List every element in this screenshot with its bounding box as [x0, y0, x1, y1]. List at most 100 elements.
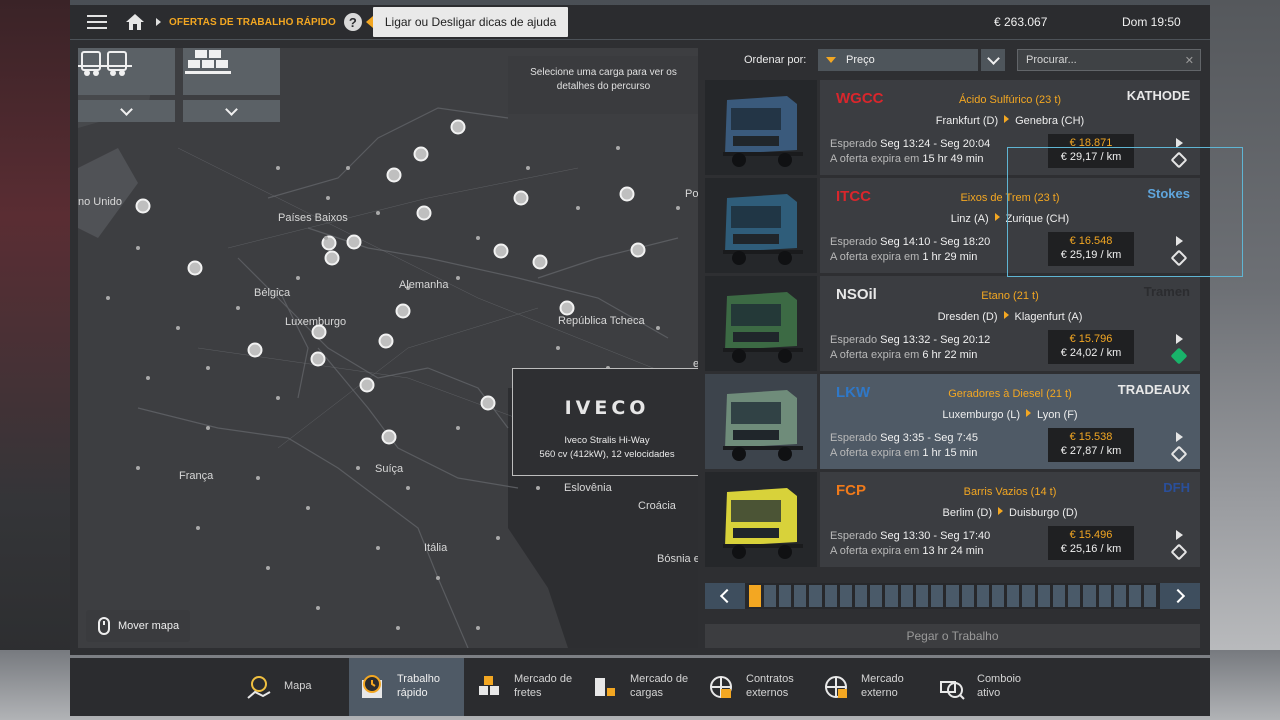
pager-page[interactable]: [1098, 585, 1111, 607]
convoy-icon: [940, 681, 965, 700]
route: Linz (A) Zurique (CH): [820, 213, 1200, 225]
menu-button[interactable]: [80, 5, 114, 39]
truck-filter-dropdown[interactable]: [78, 100, 175, 122]
take-job-button[interactable]: Pegar o Trabalho: [705, 624, 1200, 648]
nav-item[interactable]: Mercado de fretes: [466, 658, 581, 716]
nav-item[interactable]: Mapa: [236, 658, 351, 716]
pager-page[interactable]: [1052, 585, 1066, 607]
pager-page[interactable]: [824, 585, 837, 607]
pager-page[interactable]: [1037, 585, 1050, 607]
job-offer-row[interactable]: FCP Barris Vazios (14 t) DFH Berlim (D) D…: [705, 472, 1200, 567]
clear-search-icon[interactable]: ✕: [1185, 54, 1194, 67]
show-route-icon[interactable]: [1176, 138, 1183, 148]
client-logo: Stokes: [1147, 186, 1190, 201]
pager-page[interactable]: [976, 585, 989, 607]
map-label-france: França: [179, 470, 214, 482]
cargo-filter-dropdown[interactable]: [183, 100, 280, 122]
route-arrow-icon: [1003, 311, 1009, 319]
route-map[interactable]: no Unido Países Baixos Bélgica Alemanha …: [78, 48, 698, 648]
pager-page[interactable]: [1022, 585, 1035, 607]
pager-page[interactable]: [809, 585, 822, 607]
pager-page[interactable]: [915, 585, 929, 607]
container-icon: [1170, 543, 1188, 561]
nav-item-label: Trabalho rápido: [397, 673, 441, 699]
clock-icon: [362, 675, 382, 698]
chevron-down-icon: [225, 102, 238, 116]
pager-page[interactable]: [992, 585, 1005, 607]
external-contracts-icon: [710, 676, 732, 698]
job-offer-row[interactable]: WGCC Ácido Sulfúrico (23 t) KATHODE Fran…: [705, 80, 1200, 175]
job-price: € 16.548: [1069, 235, 1113, 247]
sort-select[interactable]: Preço: [818, 49, 978, 71]
map-label-croatia: Croácia: [638, 500, 676, 512]
job-pager: [705, 583, 1200, 609]
job-price: € 15.538: [1069, 431, 1113, 443]
pager-next-button[interactable]: [1160, 583, 1200, 609]
job-offer-row[interactable]: LKW Geradores à Diesel (21 t) TRADEAUX L…: [705, 374, 1200, 469]
search-input[interactable]: Procurar... ✕: [1017, 49, 1201, 71]
nav-item-label: Mapa: [284, 680, 312, 693]
pager-page[interactable]: [794, 585, 807, 607]
nav-item[interactable]: Mercado de cargas: [582, 658, 697, 716]
cargo-name: Eixos de Trem (23 t): [960, 192, 1060, 204]
pager-page[interactable]: [946, 585, 959, 607]
pager-page[interactable]: [748, 585, 761, 607]
pager-page[interactable]: [1007, 585, 1020, 607]
pager-page[interactable]: [855, 585, 868, 607]
pager-page[interactable]: [1068, 585, 1081, 607]
truck-icon: [705, 276, 817, 371]
route-from: Berlim (D): [942, 507, 993, 519]
nav-item[interactable]: Contratos externos: [698, 658, 813, 716]
nav-item[interactable]: Mercado externo: [813, 658, 928, 716]
truck-icon: [705, 472, 817, 567]
pager-page[interactable]: [839, 585, 853, 607]
job-offer-row[interactable]: NSOil Etano (21 t) Tramen Dresden (D) Kla…: [705, 276, 1200, 371]
job-details: ITCC Eixos de Trem (23 t) Stokes Linz (A…: [820, 178, 1200, 273]
sort-dropdown-button[interactable]: [981, 49, 1005, 71]
job-details: LKW Geradores à Diesel (21 t) TRADEAUX L…: [820, 374, 1200, 469]
home-button[interactable]: [120, 7, 150, 37]
pager-page[interactable]: [778, 585, 792, 607]
route-from: Dresden (D): [937, 311, 998, 323]
nav-item[interactable]: Trabalho rápido: [349, 658, 464, 716]
price-box: € 15.796 € 24,02 / km: [1048, 330, 1134, 364]
expires-label: A oferta expira em: [830, 153, 920, 165]
pager-prev-button[interactable]: [705, 583, 745, 609]
cargo-icon: [185, 50, 231, 74]
expected-value: Seg 14:10 - Seg 18:20: [880, 236, 991, 248]
client-logo: TRADEAUX: [1117, 382, 1190, 397]
cargo-filter-button[interactable]: [183, 48, 280, 95]
diamond-icon: [1170, 249, 1188, 267]
help-button[interactable]: ?: [343, 13, 362, 31]
breadcrumb: OFERTAS DE TRABALHO RÁPIDO: [169, 16, 336, 28]
pager-page[interactable]: [1144, 585, 1157, 607]
pager-page[interactable]: [763, 585, 776, 607]
map-label-italy: Itália: [424, 542, 448, 554]
truck-thumbnail: [705, 374, 817, 469]
show-route-icon[interactable]: [1176, 432, 1183, 442]
pager-page[interactable]: [961, 585, 974, 607]
nav-item[interactable]: Comboio ativo: [929, 658, 1044, 716]
pager-page[interactable]: [1083, 585, 1096, 607]
price-box: € 16.548 € 25,19 / km: [1048, 232, 1134, 266]
route-from: Luxemburgo (L): [942, 409, 1021, 421]
show-route-icon[interactable]: [1176, 530, 1183, 540]
job-offer-row[interactable]: ITCC Eixos de Trem (23 t) Stokes Linz (A…: [705, 178, 1200, 273]
pager-page[interactable]: [885, 585, 898, 607]
pager-page[interactable]: [870, 585, 883, 607]
client-logo: KATHODE: [1126, 88, 1190, 103]
route-from: Frankfurt (D): [935, 115, 999, 127]
show-route-icon[interactable]: [1176, 334, 1183, 344]
pager-page[interactable]: [900, 585, 913, 607]
top-bar: OFERTAS DE TRABALHO RÁPIDO ? Ligar ou De…: [70, 5, 1210, 39]
pager-page[interactable]: [931, 585, 944, 607]
route-to: Genebra (CH): [1015, 115, 1085, 127]
show-route-icon[interactable]: [1176, 236, 1183, 246]
pager-page[interactable]: [1128, 585, 1142, 607]
client-logo: DFH: [1163, 480, 1190, 495]
price-box: € 18.871 € 29,17 / km: [1048, 134, 1134, 168]
truck-filter-button[interactable]: [78, 48, 175, 95]
pager-page[interactable]: [1113, 585, 1126, 607]
route: Frankfurt (D) Genebra (CH): [820, 115, 1200, 127]
chevron-left-icon: [719, 588, 735, 604]
